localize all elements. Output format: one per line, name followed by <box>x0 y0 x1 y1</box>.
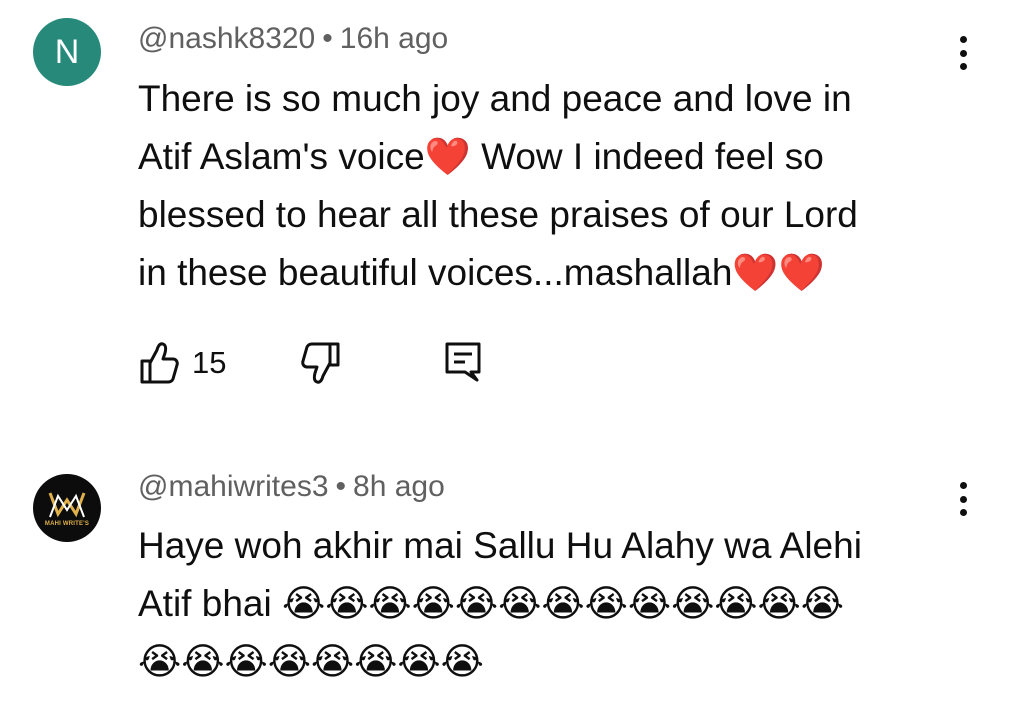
comment-meta: @mahiwrites3 • 8h ago <box>138 470 445 504</box>
comment-text-line: Haye woh akhir mai Sallu Hu Alahy wa Ale… <box>138 525 862 566</box>
logo-icon <box>48 491 86 517</box>
thumbs-up-icon <box>140 342 179 384</box>
comment-text-line: blessed to hear all these praises of our… <box>138 194 858 235</box>
comment-text-line: Atif bhai 😭😭😭😭😭😭😭😭😭😭😭😭😭 <box>138 583 844 624</box>
avatar-logo-text: MAHI WRITE'S <box>44 520 90 527</box>
more-vert-icon[interactable] <box>958 482 968 516</box>
more-vert-icon[interactable] <box>958 36 968 70</box>
comment-text-line: in these beautiful voices...mashallah❤️❤… <box>138 252 825 293</box>
comment-meta: @nashk8320 • 16h ago <box>138 22 448 56</box>
comment-text-line: There is so much joy and peace and love … <box>138 78 852 119</box>
avatar-letter: N <box>54 32 80 71</box>
comment-text-line: 😭😭😭😭😭😭😭😭 <box>138 641 484 682</box>
dislike-button[interactable] <box>300 340 342 386</box>
avatar[interactable]: MAHI WRITE'S <box>33 474 101 542</box>
reply-button[interactable] <box>443 340 483 384</box>
comment-item: MAHI WRITE'S @mahiwrites3 • 8h ago Haye wo… <box>0 455 1024 709</box>
comment-text: Haye woh akhir mai Sallu Hu Alahy wa Ale… <box>138 517 938 691</box>
comment-time: 8h ago <box>353 470 445 503</box>
author-handle[interactable]: @nashk8320 <box>138 22 315 55</box>
comment-item: N @nashk8320 • 16h ago There is so much jo… <box>0 0 1024 420</box>
like-button[interactable]: 15 <box>138 340 226 386</box>
like-count: 15 <box>192 345 227 380</box>
author-handle[interactable]: @mahiwrites3 <box>138 470 329 503</box>
comment-time: 16h ago <box>339 22 449 55</box>
comment-text: There is so much joy and peace and love … <box>138 70 938 302</box>
reply-icon <box>445 342 481 382</box>
comment-actions: 15 <box>138 340 538 390</box>
thumbs-down-icon <box>301 342 340 384</box>
comment-text-line: Atif Aslam's voice❤️ Wow I indeed feel s… <box>138 136 824 177</box>
meta-separator: • <box>335 470 347 503</box>
avatar[interactable]: N <box>33 18 101 86</box>
meta-separator: • <box>322 22 333 55</box>
